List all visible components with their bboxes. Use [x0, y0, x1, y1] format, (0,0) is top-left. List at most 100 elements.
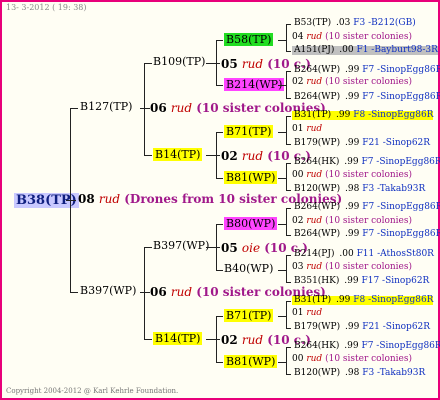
ancestor-name: B264(WP) [294, 202, 341, 212]
ancestor-row[interactable]: B264(WP) .99 F7 -SinopEgg86R [292, 230, 440, 239]
ancestor-row[interactable]: B31(TP) .99 F8 -SinopEgg86R [292, 295, 434, 305]
tree-connector [286, 255, 287, 282]
great-grandparent-queen[interactable]: B40(WP) [224, 263, 273, 274]
ancestor-row[interactable]: B53(TP) .03 F3 -B212(GB) [292, 19, 416, 28]
tree-connector [216, 270, 223, 271]
great-grandparent-queen[interactable]: B71(TP) [224, 309, 274, 322]
grandparent-queen[interactable]: B14(TP) [153, 148, 203, 161]
tree-connector [216, 224, 223, 225]
grandparent-queen[interactable]: B109(TP) [153, 56, 205, 67]
sister-note: (10 sister colonies) [325, 354, 413, 364]
ancestor-name: B179(WP) [294, 322, 341, 332]
tree-connector [286, 116, 291, 117]
ancestor-generation: 00 rud (10 sister colonies) [292, 171, 412, 180]
tree-connector [286, 208, 291, 209]
great-grandparent-queen[interactable]: B81(WP) [224, 355, 278, 368]
tree-connector [216, 40, 217, 85]
tree-connector [286, 144, 291, 145]
rud-label: rud [98, 192, 121, 206]
ancestor-row[interactable]: B120(WP) .98 F3 -Takab93R [292, 369, 425, 378]
great-grandparent-queen[interactable]: B81(WP) [224, 171, 278, 184]
ancestor-value: .99 [345, 92, 360, 102]
rud-label: rud [241, 333, 264, 347]
ancestor-name: B264(HK) [294, 157, 340, 167]
ancestor-value: .99 [345, 229, 360, 239]
ancestor-name: B264(WP) [294, 65, 341, 75]
parent-queen[interactable]: B127(TP) [80, 101, 132, 112]
ancestor-row[interactable]: B264(HK) .99 F7 -SinopEgg86R [292, 158, 440, 167]
ancestor-value: .00 [339, 45, 354, 55]
tree-connector [278, 224, 286, 225]
ancestor-location: F8 -SinopEgg86R [353, 110, 434, 120]
ancestor-generation: 01 rud [292, 125, 322, 134]
gen-number: 08 [78, 192, 95, 206]
gen-number: 05 [221, 241, 238, 255]
tree-connector [286, 255, 291, 256]
ancestor-value: .99 [345, 202, 360, 212]
ancestor-generation: 03 rud (10 sister colonies) [292, 263, 412, 272]
rud-label: rud [241, 149, 264, 163]
tree-connector [286, 301, 287, 328]
ancestor-row[interactable]: B120(WP) .98 F3 -Takab93R [292, 185, 425, 194]
ancestor-generation: 01 rud [292, 309, 322, 318]
tree-connector [66, 200, 76, 201]
ancestor-row[interactable]: A151(PJ) .00 F1 -Bayburt98-3R [292, 46, 438, 55]
sister-note: (10 sister colonies) [325, 32, 413, 42]
ancestor-name: B264(HK) [294, 341, 340, 351]
ancestor-row[interactable]: B351(HK) .99 F17 -Sinop62R [292, 277, 429, 286]
gen-number: 01 [292, 124, 304, 134]
ancestor-location: F7 -SinopEgg86R [362, 229, 440, 239]
great-grandparent-queen[interactable]: B80(WP) [224, 217, 278, 230]
ancestor-row[interactable]: B179(WP) .99 F21 -Sinop62R [292, 323, 430, 332]
great-grandparent-queen[interactable]: B214(WP) [224, 78, 285, 91]
tree-connector [206, 63, 220, 64]
rud-label: rud [306, 308, 323, 318]
ancestor-row[interactable]: B264(HK) .99 F7 -SinopEgg86R [292, 342, 440, 351]
ancestor-row[interactable]: B264(WP) .99 F7 -SinopEgg86R [292, 93, 440, 102]
tree-connector [216, 316, 217, 362]
tree-connector [144, 63, 145, 155]
ancestor-generation: 00 rud (10 sister colonies) [292, 355, 412, 364]
tree-connector [144, 63, 152, 64]
ancestor-row[interactable]: B214(PJ) .00 F11 -AthosSt80R [292, 250, 434, 259]
tree-connector [70, 108, 78, 109]
ancestor-value: .99 [336, 110, 351, 120]
ancestor-value: .98 [345, 368, 360, 378]
ancestor-value: .03 [336, 18, 351, 28]
rud-label: rud [170, 285, 193, 299]
ancestor-generation: 02 rud (10 sister colonies) [292, 78, 412, 87]
ancestor-name: B264(WP) [294, 92, 341, 102]
ancestor-location: F7 -SinopEgg86R [362, 65, 440, 75]
tree-connector [216, 178, 223, 179]
tree-connector [278, 40, 286, 41]
ancestor-row[interactable]: B31(TP) .99 F8 -SinopEgg86R [292, 110, 434, 120]
tree-connector [286, 328, 291, 329]
gen-number: 00 [292, 354, 304, 364]
grandparent-queen[interactable]: B397(WP) [153, 240, 209, 251]
ancestor-location: F7 -SinopEgg86R [361, 341, 440, 351]
ancestor-row[interactable]: B179(WP) .99 F21 -Sinop62R [292, 139, 430, 148]
parent-queen[interactable]: B397(WP) [80, 285, 136, 296]
ancestor-name: B179(WP) [294, 138, 341, 148]
ancestor-row[interactable]: B264(WP) .99 F7 -SinopEgg86R [292, 66, 440, 75]
gen-number: 02 [292, 216, 304, 226]
ancestor-location: F21 -Sinop62R [362, 138, 431, 148]
tree-connector [286, 347, 287, 374]
copyright: Copyright 2004-2012 @ Karl Kehrle Founda… [6, 387, 179, 395]
tree-connector [286, 282, 291, 283]
ancestor-value: .98 [345, 184, 360, 194]
ancestor-value: .99 [345, 322, 360, 332]
ancestor-location: F3 -Takab93R [362, 368, 426, 378]
tree-connector [278, 178, 286, 179]
ancestor-row[interactable]: B264(WP) .99 F7 -SinopEgg86R [292, 203, 440, 212]
tree-connector [286, 24, 287, 51]
ancestor-value: .99 [336, 295, 351, 305]
ancestor-name: B351(HK) [294, 276, 340, 286]
great-grandparent-queen[interactable]: B58(TP) [224, 33, 274, 46]
ancestor-location: F7 -SinopEgg86R [361, 157, 440, 167]
grandparent-queen[interactable]: B14(TP) [153, 332, 203, 345]
tree-connector [206, 155, 220, 156]
tree-connector [286, 24, 291, 25]
great-grandparent-queen[interactable]: B71(TP) [224, 125, 274, 138]
gen-number: 02 [221, 149, 238, 163]
